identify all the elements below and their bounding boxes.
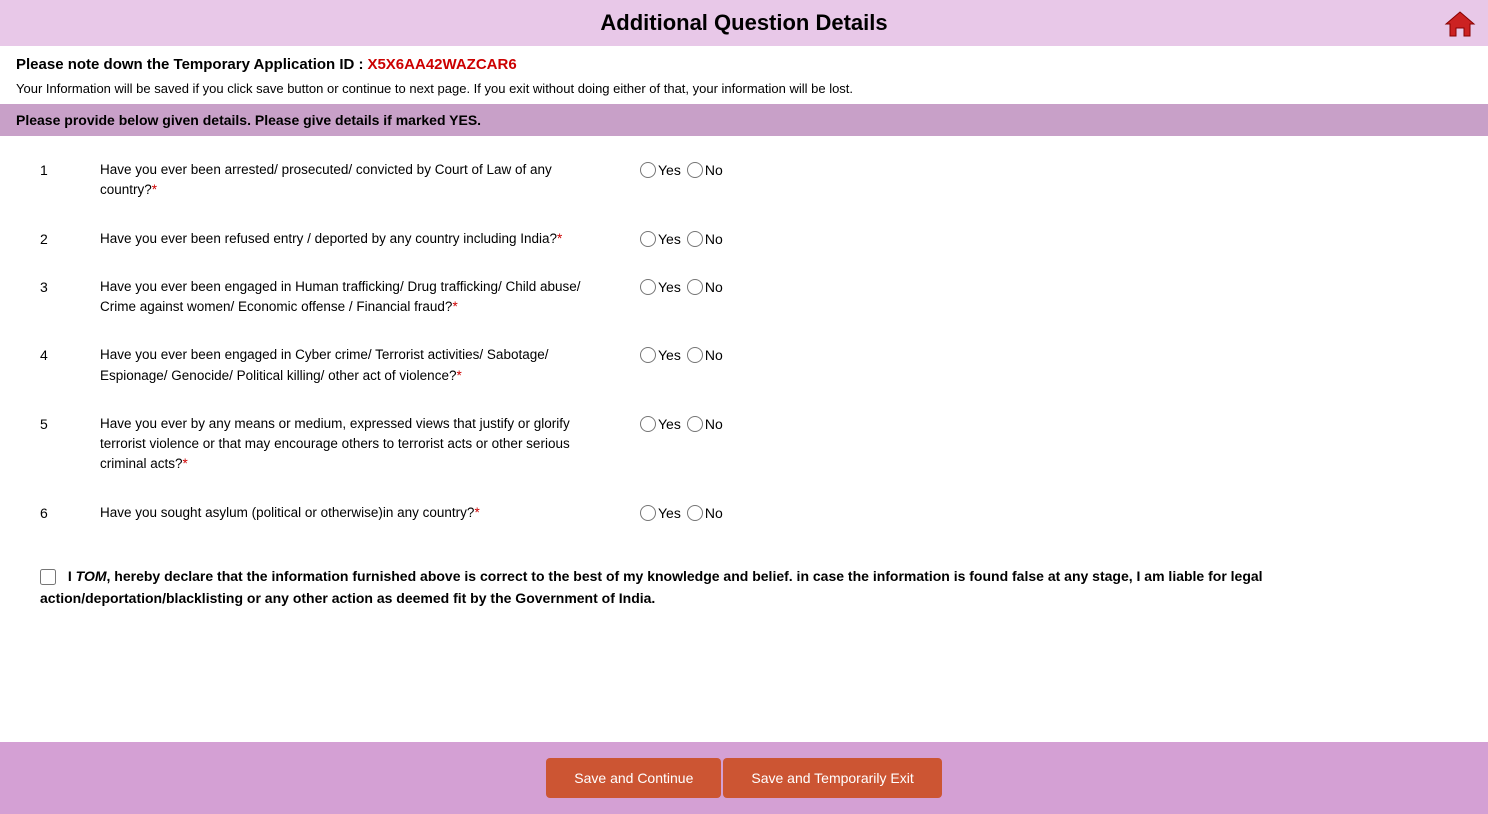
question-row: 4 Have you ever been engaged in Cyber cr… [40, 331, 1448, 400]
section-banner: Please provide below given details. Plea… [0, 104, 1488, 136]
required-marker-4: * [456, 368, 461, 383]
page-title: Additional Question Details [0, 10, 1488, 36]
yes-label-6: Yes [658, 505, 681, 521]
yes-label-4: Yes [658, 347, 681, 363]
no-label-3: No [705, 279, 723, 295]
question-number-2: 2 [40, 229, 100, 247]
radio-no-input-4[interactable] [687, 347, 703, 363]
question-row: 3 Have you ever been engaged in Human tr… [40, 263, 1448, 332]
save-continue-button[interactable]: Save and Continue [546, 758, 721, 798]
radio-yes-4[interactable]: Yes [640, 347, 681, 363]
page-header: Additional Question Details [0, 0, 1488, 46]
radio-yes-input-2[interactable] [640, 231, 656, 247]
info-text: Your Information will be saved if you cl… [0, 77, 1488, 104]
declaration-name: TOM [76, 568, 107, 584]
question-text-3: Have you ever been engaged in Human traf… [100, 277, 600, 318]
radio-no-2[interactable]: No [687, 231, 723, 247]
no-label-2: No [705, 231, 723, 247]
radio-yes-input-3[interactable] [640, 279, 656, 295]
radio-yes-input-4[interactable] [640, 347, 656, 363]
app-id-value: X5X6AA42WAZCAR6 [367, 56, 516, 73]
no-label-1: No [705, 162, 723, 178]
question-text-4: Have you ever been engaged in Cyber crim… [100, 345, 600, 386]
yes-label-3: Yes [658, 279, 681, 295]
question-text-2: Have you ever been refused entry / depor… [100, 229, 600, 249]
yes-label-1: Yes [658, 162, 681, 178]
question-number-6: 6 [40, 503, 100, 521]
no-label-4: No [705, 347, 723, 363]
radio-yes-input-5[interactable] [640, 416, 656, 432]
radio-no-input-1[interactable] [687, 162, 703, 178]
radio-group-6: Yes No [640, 503, 723, 521]
yes-label-5: Yes [658, 416, 681, 432]
radio-group-5: Yes No [640, 414, 723, 432]
radio-group-3: Yes No [640, 277, 723, 295]
radio-no-input-2[interactable] [687, 231, 703, 247]
required-marker-5: * [183, 456, 188, 471]
declaration-section: I TOM, hereby declare that the informati… [0, 547, 1488, 626]
footer-bar: Save and Continue Save and Temporarily E… [0, 742, 1488, 814]
app-id-section: Please note down the Temporary Applicati… [0, 46, 1488, 77]
home-icon[interactable] [1444, 8, 1476, 40]
declaration-checkbox[interactable] [40, 569, 56, 585]
radio-yes-3[interactable]: Yes [640, 279, 681, 295]
question-text-5: Have you ever by any means or medium, ex… [100, 414, 600, 475]
questions-area: 1 Have you ever been arrested/ prosecute… [0, 136, 1488, 547]
radio-no-4[interactable]: No [687, 347, 723, 363]
declaration-text-before: I [68, 568, 76, 584]
declaration-text-after: , hereby declare that the information fu… [40, 568, 1263, 606]
declaration-text: I TOM, hereby declare that the informati… [40, 565, 1448, 610]
question-text-6: Have you sought asylum (political or oth… [100, 503, 600, 523]
question-number-3: 3 [40, 277, 100, 295]
radio-yes-5[interactable]: Yes [640, 416, 681, 432]
radio-no-1[interactable]: No [687, 162, 723, 178]
radio-yes-input-6[interactable] [640, 505, 656, 521]
radio-no-6[interactable]: No [687, 505, 723, 521]
radio-yes-1[interactable]: Yes [640, 162, 681, 178]
radio-no-input-3[interactable] [687, 279, 703, 295]
question-number-4: 4 [40, 345, 100, 363]
question-row: 5 Have you ever by any means or medium, … [40, 400, 1448, 489]
question-text-1: Have you ever been arrested/ prosecuted/… [100, 160, 600, 201]
radio-group-2: Yes No [640, 229, 723, 247]
no-label-6: No [705, 505, 723, 521]
question-row: 1 Have you ever been arrested/ prosecute… [40, 146, 1448, 215]
question-row: 6 Have you sought asylum (political or o… [40, 489, 1448, 537]
question-number-1: 1 [40, 160, 100, 178]
radio-no-3[interactable]: No [687, 279, 723, 295]
radio-yes-input-1[interactable] [640, 162, 656, 178]
app-id-label: Please note down the Temporary Applicati… [16, 56, 364, 73]
required-marker-2: * [557, 231, 562, 246]
required-marker-3: * [452, 299, 457, 314]
no-label-5: No [705, 416, 723, 432]
radio-yes-2[interactable]: Yes [640, 231, 681, 247]
required-marker-6: * [474, 505, 479, 520]
required-marker-1: * [152, 182, 157, 197]
radio-yes-6[interactable]: Yes [640, 505, 681, 521]
radio-no-5[interactable]: No [687, 416, 723, 432]
radio-no-input-6[interactable] [687, 505, 703, 521]
radio-no-input-5[interactable] [687, 416, 703, 432]
radio-group-4: Yes No [640, 345, 723, 363]
yes-label-2: Yes [658, 231, 681, 247]
question-row: 2 Have you ever been refused entry / dep… [40, 215, 1448, 263]
question-number-5: 5 [40, 414, 100, 432]
save-exit-button[interactable]: Save and Temporarily Exit [723, 758, 941, 798]
radio-group-1: Yes No [640, 160, 723, 178]
